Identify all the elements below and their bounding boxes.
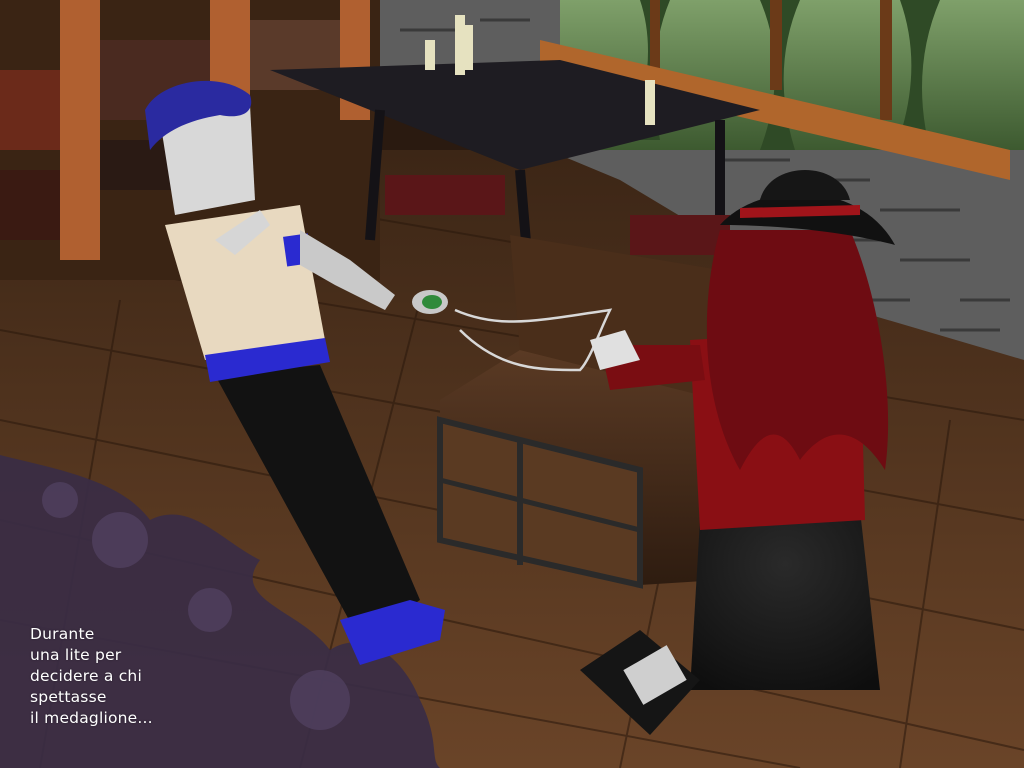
caption-line: una lite per (30, 646, 122, 664)
chair-seat (385, 175, 505, 215)
caption-line: decidere a chi (30, 667, 142, 685)
comic-panel: Durante una lite per decidere a chi spet… (0, 0, 1024, 768)
caption-line: spettasse (30, 688, 107, 706)
girl-hair (706, 230, 889, 470)
chair-seat (630, 215, 730, 255)
caption-line: Durante (30, 625, 95, 643)
girl-skirt (690, 510, 880, 690)
caption-line: il medaglione... (30, 709, 153, 727)
caption-box: Durante una lite per decidere a chi spet… (30, 624, 220, 729)
